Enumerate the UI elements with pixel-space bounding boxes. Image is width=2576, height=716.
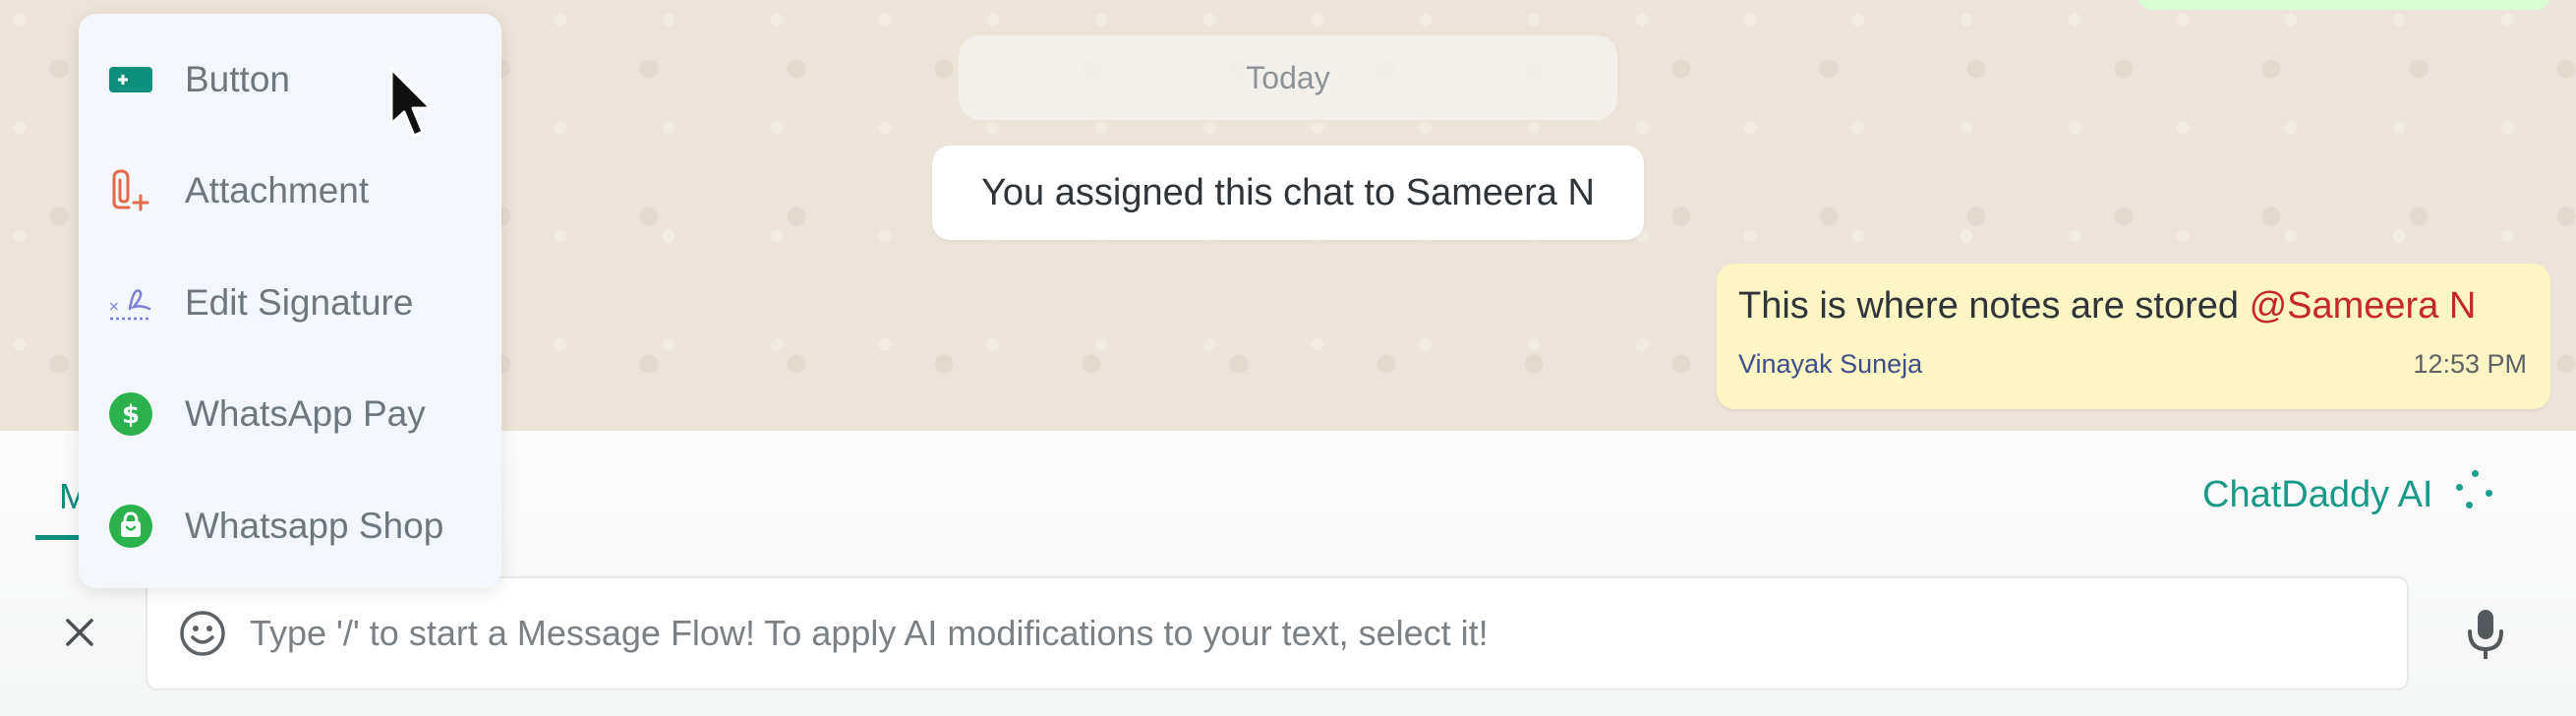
- mouse-pointer-icon: [389, 67, 433, 138]
- menu-item-label: Button: [185, 58, 290, 99]
- emoji-icon: [180, 611, 225, 656]
- sparkle-dots-icon: [2454, 470, 2493, 519]
- microphone-icon: [2468, 610, 2503, 659]
- attachment-menu: Button Attachment × Edit Signature $ Wha…: [79, 14, 501, 588]
- whatsapp-shop-icon: [106, 502, 155, 551]
- note-author: Vinayak Suneja: [1738, 349, 1923, 379]
- emoji-button[interactable]: [173, 604, 232, 663]
- note-body: This is where notes are stored: [1738, 285, 2250, 327]
- attachment-icon: [106, 166, 155, 215]
- message-input-box: [146, 576, 2409, 690]
- chatdaddy-ai-button[interactable]: ChatDaddy AI: [2202, 470, 2493, 519]
- note-timestamp: 12:53 PM: [2413, 349, 2527, 379]
- message-input[interactable]: [250, 578, 2407, 688]
- menu-item-label: Attachment: [185, 170, 370, 211]
- button-icon: [106, 55, 155, 104]
- menu-item-whatsapp-shop[interactable]: Whatsapp Shop: [79, 470, 501, 582]
- voice-record-button[interactable]: [2458, 604, 2513, 667]
- note-meta: Vinayak Suneja 12:53 PM: [1738, 349, 2527, 380]
- menu-item-label: Whatsapp Shop: [185, 505, 444, 546]
- note-mention[interactable]: @Sameera N: [2250, 285, 2477, 327]
- menu-item-attachment[interactable]: Attachment: [79, 136, 501, 248]
- close-icon: [66, 619, 93, 646]
- menu-item-label: Edit Signature: [185, 281, 414, 323]
- svg-text:×: ×: [108, 299, 120, 315]
- menu-item-button[interactable]: Button: [79, 24, 501, 136]
- note-message-bubble[interactable]: This is where notes are stored @Sameera …: [1717, 264, 2550, 409]
- menu-item-label: WhatsApp Pay: [185, 393, 426, 435]
- date-divider: Today: [959, 35, 1617, 120]
- close-menu-button[interactable]: [55, 608, 104, 657]
- note-text: This is where notes are stored @Sameera …: [1738, 285, 2527, 328]
- menu-item-edit-signature[interactable]: × Edit Signature: [79, 247, 501, 359]
- system-message-text: You assigned this chat to Sameera N: [981, 171, 1595, 213]
- whatsapp-pay-icon: $: [106, 389, 155, 439]
- menu-item-whatsapp-pay[interactable]: $ WhatsApp Pay: [79, 359, 501, 471]
- date-divider-label: Today: [1246, 59, 1330, 95]
- chatdaddy-ai-label: ChatDaddy AI: [2202, 473, 2433, 515]
- system-message: You assigned this chat to Sameera N: [932, 146, 1644, 240]
- previous-message-bubble: [2137, 0, 2550, 10]
- signature-icon: ×: [106, 278, 155, 328]
- svg-text:$: $: [122, 400, 140, 430]
